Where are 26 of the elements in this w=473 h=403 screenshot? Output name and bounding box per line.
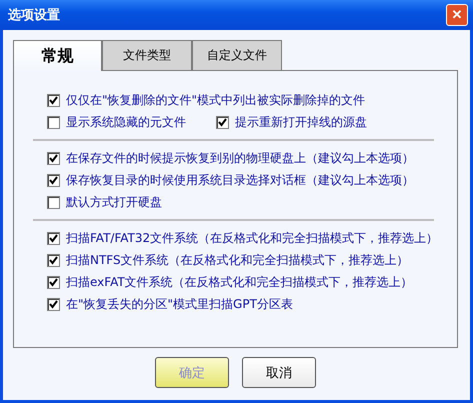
checkbox[interactable] — [47, 196, 60, 208]
window-title: 选项设置 — [8, 7, 60, 24]
checkbox-label: 扫描exFAT文件系统（在反格式化和完全扫描模式下，推荐选上） — [66, 274, 413, 290]
tab[interactable]: 常规 — [13, 40, 102, 71]
tab[interactable]: 自定义文件 — [192, 40, 282, 70]
checkbox-label: 扫描FAT/FAT32文件系统（在反格式化和完全扫描模式下，推荐选上） — [66, 230, 438, 246]
cancel-button[interactable]: 取消 — [242, 357, 316, 388]
checkbox[interactable] — [47, 116, 60, 128]
checkbox[interactable] — [47, 298, 60, 310]
checkbox-label: 在"恢复丢失的分区"模式里扫描GPT分区表 — [66, 296, 293, 312]
checkbox-label: 提示重新打开掉线的源盘 — [235, 114, 367, 130]
checkbox[interactable] — [47, 152, 60, 164]
checkbox[interactable] — [47, 94, 60, 106]
checkbox[interactable] — [47, 174, 60, 186]
checkbox-label: 扫描NTFS文件系统（在反格式化和完全扫描模式下，推荐选上） — [66, 252, 409, 268]
checkbox[interactable] — [216, 116, 229, 128]
checkbox-label: 在保存文件的时候提示恢复到别的物理硬盘上（建议勾上本选项） — [66, 150, 414, 166]
checkbox-label: 显示系统隐藏的元文件 — [66, 114, 186, 130]
tab[interactable]: 文件类型 — [102, 40, 192, 70]
checkbox-label: 保存恢复目录的时候使用系统目录选择对话框（建议勾上本选项） — [66, 172, 414, 188]
checkbox[interactable] — [47, 276, 60, 288]
close-button[interactable]: ✕ — [446, 4, 468, 26]
checkbox-label: 仅仅在"恢复删除的文件"模式中列出被实际删除掉的文件 — [66, 92, 366, 108]
checkbox-label: 默认方式打开硬盘 — [66, 194, 162, 210]
checkbox[interactable] — [47, 232, 60, 244]
checkbox[interactable] — [47, 254, 60, 266]
